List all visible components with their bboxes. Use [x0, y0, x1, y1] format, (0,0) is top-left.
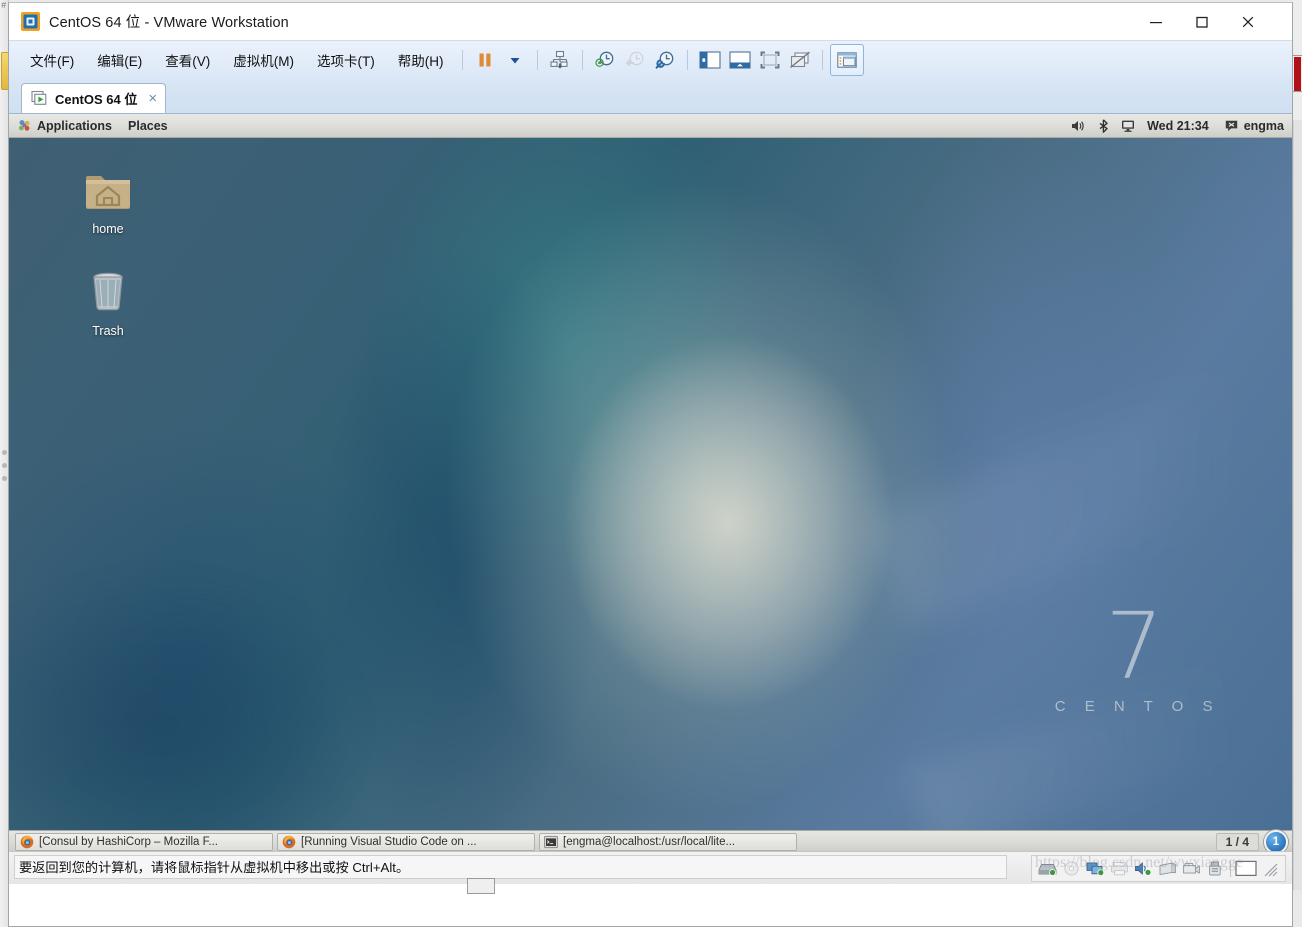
suspend-button[interactable] [470, 46, 500, 74]
bluetooth-icon[interactable] [1098, 118, 1109, 133]
user-status-icon[interactable] [1225, 120, 1238, 132]
background-red-marker [1294, 57, 1301, 91]
status-resize-grip-icon[interactable] [1258, 858, 1282, 880]
desktop-icon-label: Trash [92, 324, 124, 338]
gnome-desktop[interactable]: 7 C E N T O S home Trash [9, 138, 1292, 830]
taskbar-item-firefox-vscode[interactable]: [Running Visual Studio Code on ... [277, 833, 535, 851]
status-message: 要返回到您的计算机，请将鼠标指针从虚拟机中移出或按 Ctrl+Alt。 [14, 855, 1007, 879]
status-device-icons: https://blog.csdn.net/wwxiangge [1031, 854, 1286, 882]
fullscreen-button[interactable] [755, 46, 785, 74]
tab-close-icon[interactable]: × [148, 91, 157, 106]
tab-centos-64[interactable]: CentOS 64 位 × [21, 83, 167, 113]
title-bar: CentOS 64 位 - VMware Workstation [9, 3, 1292, 40]
show-thumbnail-bar-button[interactable] [725, 46, 755, 74]
vmware-workstation-window: CentOS 64 位 - VMware Workstation 文件(F) 编… [8, 2, 1293, 927]
status-bar: 要返回到您的计算机，请将鼠标指针从虚拟机中移出或按 Ctrl+Alt。 http… [9, 851, 1292, 894]
gnome-foot-icon [18, 119, 31, 132]
vm-viewport[interactable]: Applications Places Wed 21:34 engma 7 C … [9, 114, 1292, 851]
toolbar-separator [687, 50, 688, 70]
firefox-icon [282, 835, 296, 849]
centos-wordmark: C E N T O S [1054, 698, 1220, 715]
toolbar-separator [462, 50, 463, 70]
status-hard-disk-icon[interactable] [1035, 858, 1059, 880]
desktop-icon-label: home [92, 222, 124, 236]
wallpaper-shade [9, 568, 369, 830]
desktop-icon-home[interactable]: home [65, 166, 151, 236]
gnome-clock[interactable]: Wed 21:34 [1147, 119, 1209, 133]
background-right-panel [1293, 120, 1302, 890]
unity-mode-button[interactable] [785, 46, 815, 74]
workspace-count[interactable]: 1 / 4 [1215, 833, 1259, 851]
take-snapshot-button[interactable] [590, 46, 620, 74]
menu-tabs[interactable]: 选项卡(T) [308, 46, 384, 74]
taskbar-item-label: [Running Visual Studio Code on ... [301, 836, 477, 848]
gnome-places-menu[interactable]: Places [128, 119, 168, 133]
gnome-panel-right: Wed 21:34 engma [1071, 114, 1284, 137]
status-box [467, 878, 495, 894]
toolbar [455, 41, 864, 79]
taskbar-item-label: [engma@localhost:/usr/local/lite... [563, 836, 736, 848]
gnome-applications-menu[interactable]: Applications [37, 119, 112, 133]
toolbar-separator [537, 50, 538, 70]
toolbar-separator [822, 50, 823, 70]
display-icon[interactable] [1121, 119, 1135, 133]
snapshot-manager-button[interactable] [650, 46, 680, 74]
menu-items: 文件(F) 编辑(E) 查看(V) 虚拟机(M) 选项卡(T) 帮助(H) [21, 41, 458, 79]
menu-help[interactable]: 帮助(H) [389, 46, 453, 74]
status-separator [1230, 860, 1231, 877]
minimize-button[interactable] [1133, 3, 1179, 40]
terminal-icon [544, 835, 558, 849]
workspace-switcher: 1 / 4 1 [1215, 830, 1288, 851]
status-camera-icon[interactable] [1179, 858, 1203, 880]
home-folder-icon [86, 176, 130, 209]
toolbar-separator [582, 50, 583, 70]
status-sound-icon[interactable] [1131, 858, 1155, 880]
status-printer-icon[interactable] [1107, 858, 1131, 880]
show-library-button[interactable] [695, 46, 725, 74]
status-display-output-icon[interactable] [1234, 858, 1258, 880]
taskbar-item-terminal[interactable]: [engma@localhost:/usr/local/lite... [539, 833, 797, 851]
gnome-bottom-panel: [Consul by HashiCorp – Mozilla F... [Run… [9, 830, 1292, 851]
status-network-icon[interactable] [1083, 858, 1107, 880]
vm-running-icon [31, 90, 48, 107]
menu-file[interactable]: 文件(F) [21, 46, 83, 74]
gnome-panel-left: Applications Places [9, 119, 184, 133]
menu-bar: 文件(F) 编辑(E) 查看(V) 虚拟机(M) 选项卡(T) 帮助(H) [9, 40, 1292, 79]
tab-label: CentOS 64 位 [55, 92, 138, 107]
workspace-current-badge[interactable]: 1 [1264, 830, 1288, 851]
taskbar-item-label: [Consul by HashiCorp – Mozilla F... [39, 836, 218, 848]
menu-view[interactable]: 查看(V) [156, 46, 219, 74]
gnome-top-panel: Applications Places Wed 21:34 engma [9, 114, 1292, 138]
taskbar-item-firefox-consul[interactable]: [Consul by HashiCorp – Mozilla F... [15, 833, 273, 851]
maximize-button[interactable] [1179, 3, 1225, 40]
tab-strip: CentOS 64 位 × [9, 79, 1292, 114]
desktop-icon-trash[interactable]: Trash [65, 266, 151, 338]
centos-logo: 7 C E N T O S [1049, 593, 1220, 715]
close-button[interactable] [1225, 3, 1271, 40]
manage-snapshots-button[interactable] [545, 46, 575, 74]
console-view-button[interactable] [830, 44, 864, 76]
menu-edit[interactable]: 编辑(E) [88, 46, 151, 74]
status-cd-dvd-icon[interactable] [1059, 858, 1083, 880]
status-usb-controller-icon[interactable] [1155, 858, 1179, 880]
power-dropdown-button[interactable] [500, 46, 530, 74]
volume-icon[interactable] [1071, 119, 1086, 133]
centos-version-number: 7 [1105, 593, 1164, 701]
firefox-icon [20, 835, 34, 849]
gnome-username[interactable]: engma [1244, 119, 1284, 133]
vmware-workstation-icon [21, 12, 40, 31]
revert-snapshot-button[interactable] [620, 46, 650, 74]
trash-icon [93, 272, 123, 311]
background-dots [2, 450, 7, 489]
menu-vm[interactable]: 虚拟机(M) [224, 46, 303, 74]
status-usb-device-icon[interactable] [1203, 858, 1227, 880]
window-title: CentOS 64 位 - VMware Workstation [49, 15, 289, 31]
